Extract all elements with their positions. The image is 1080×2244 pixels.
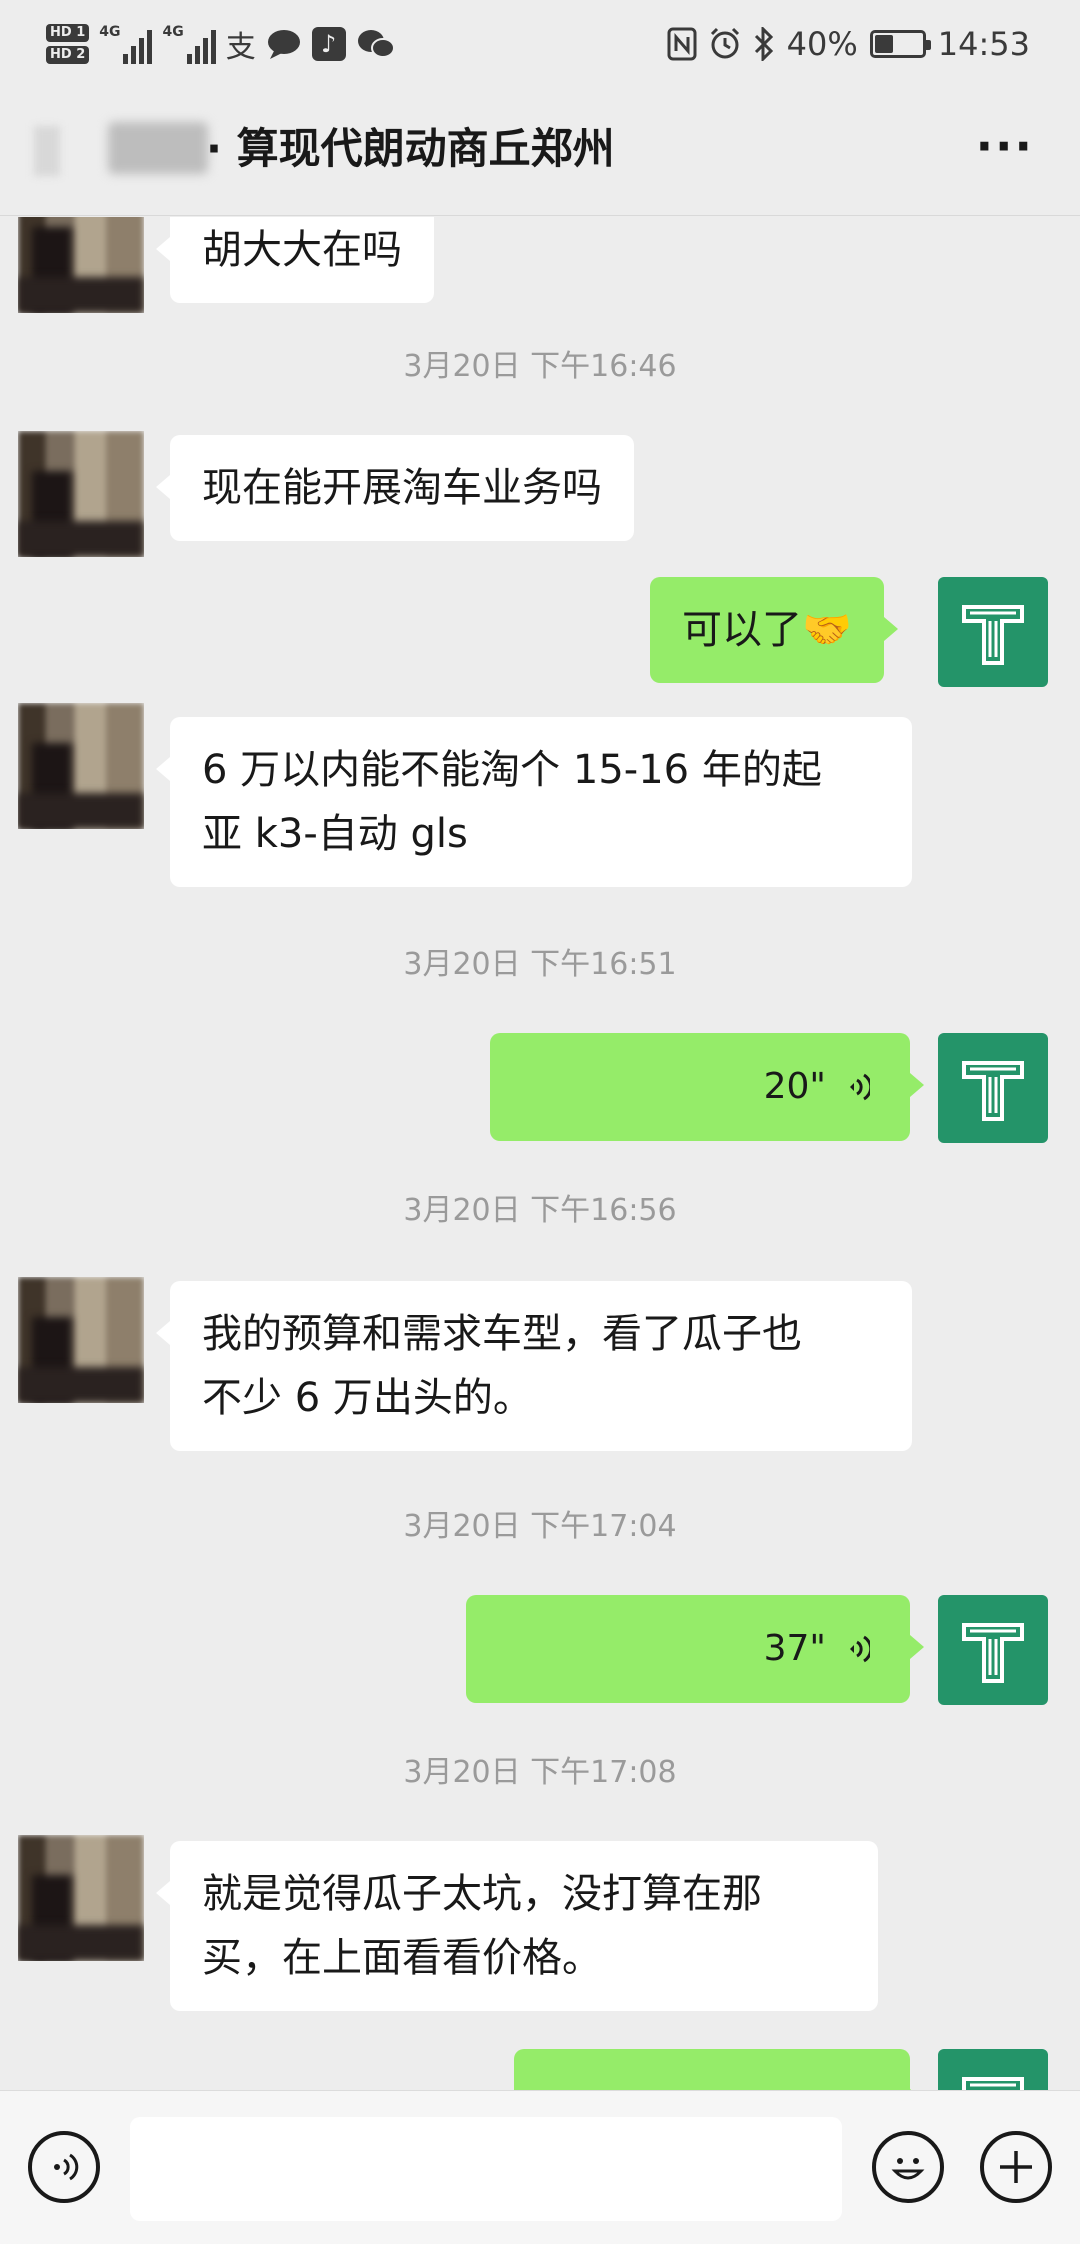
input-bar xyxy=(0,2090,1080,2244)
message-bubble-incoming[interactable]: 现在能开展淘车业务吗 xyxy=(156,435,634,541)
voice-toggle-button[interactable] xyxy=(28,2131,100,2203)
contact-avatar[interactable] xyxy=(18,1277,144,1403)
voice-wave-icon xyxy=(850,1073,870,1101)
network-type-1: 4G xyxy=(99,24,121,40)
message-bubble-outgoing[interactable]: 可以了🤝 xyxy=(650,577,898,683)
sim-indicators: HD 1 HD 2 xyxy=(46,24,90,64)
my-avatar[interactable] xyxy=(938,1595,1048,1705)
status-left: HD 1 HD 2 4G 4G 支 ♪ xyxy=(46,14,396,74)
my-avatar[interactable] xyxy=(938,577,1048,687)
message-text-line: 买，在上面看看价格。 xyxy=(202,1935,602,1981)
alarm-icon xyxy=(710,27,739,59)
battery-percent: 40% xyxy=(786,25,858,63)
message-text-line: 不少 6 万出头的。 xyxy=(202,1375,533,1421)
bluetooth-icon xyxy=(754,27,773,61)
voice-message-bubble[interactable]: 37" xyxy=(466,1595,924,1703)
voice-duration: 37" xyxy=(763,1628,826,1669)
voice-icon xyxy=(54,2153,79,2181)
signal-1: 4G xyxy=(99,24,153,64)
contact-avatar[interactable] xyxy=(18,217,144,313)
signal-bars-1-icon xyxy=(123,30,153,64)
t-logo-icon xyxy=(962,1061,1024,1121)
voice-message-bubble-partial[interactable] xyxy=(514,2049,924,2090)
redacted-name xyxy=(108,122,208,174)
timestamp: 3月20日 下午16:56 xyxy=(403,1193,677,1228)
message-bubble-incoming[interactable]: 胡大大在吗 xyxy=(156,217,434,303)
t-logo-icon xyxy=(962,2077,1024,2090)
my-avatar[interactable] xyxy=(938,1033,1048,1143)
emoji-icon xyxy=(891,2158,925,2180)
back-button-blurred[interactable] xyxy=(34,126,60,176)
signal-2: 4G xyxy=(162,24,216,64)
t-logo-icon xyxy=(962,605,1024,665)
wechat-icon xyxy=(357,30,395,58)
t-logo-icon xyxy=(962,1623,1024,1683)
message-text: 胡大大在吗 xyxy=(202,227,402,273)
contact-avatar[interactable] xyxy=(18,1835,144,1961)
voice-duration: 20" xyxy=(763,1066,826,1107)
clock: 14:53 xyxy=(937,25,1030,63)
network-type-2: 4G xyxy=(162,24,184,40)
voice-wave-icon xyxy=(850,1635,870,1663)
status-right: 40% 14:53 xyxy=(667,14,1030,74)
message-icon xyxy=(267,30,300,59)
message-bubble-incoming[interactable]: 6 万以内能不能淘个 15-16 年的起 亚 k3-自动 gls xyxy=(156,717,912,887)
message-bubble-incoming[interactable]: 我的预算和需求车型，看了瓜子也 不少 6 万出头的。 xyxy=(156,1281,912,1451)
message-list[interactable]: 胡大大在吗 3月20日 下午16:46 现在能开展淘车业务吗 可以了🤝 6 万以… xyxy=(0,217,1080,2090)
timestamp: 3月20日 下午17:08 xyxy=(403,1755,677,1790)
chat-header: · 算现代朗动商丘郑州 ··· xyxy=(0,86,1080,216)
voice-message-bubble[interactable]: 20" xyxy=(490,1033,924,1141)
message-input[interactable] xyxy=(130,2117,842,2221)
plus-icon xyxy=(1000,2151,1032,2183)
contact-avatar[interactable] xyxy=(18,431,144,557)
message-text-line: 6 万以内能不能淘个 15-16 年的起 xyxy=(202,747,822,793)
my-avatar[interactable] xyxy=(938,2049,1048,2090)
sim1-badge: HD 1 xyxy=(46,24,90,42)
signal-bars-2-icon xyxy=(186,30,216,64)
emoji-button[interactable] xyxy=(872,2131,944,2203)
battery-fill xyxy=(874,35,894,53)
tiktok-icon: ♪ xyxy=(311,27,346,61)
contact-avatar[interactable] xyxy=(18,703,144,829)
timestamp: 3月20日 下午16:46 xyxy=(403,349,677,384)
message-bubble-incoming[interactable]: 就是觉得瓜子太坑，没打算在那 买，在上面看看价格。 xyxy=(156,1841,878,2011)
message-text-line: 亚 k3-自动 gls xyxy=(202,811,468,857)
plus-button[interactable] xyxy=(980,2131,1052,2203)
message-text-line: 我的预算和需求车型，看了瓜子也 xyxy=(202,1311,802,1357)
more-options-button[interactable]: ··· xyxy=(976,123,1034,169)
sim2-badge: HD 2 xyxy=(46,46,90,64)
message-text: 现在能开展淘车业务吗 xyxy=(202,465,602,511)
status-bar: HD 1 HD 2 4G 4G 支 ♪ 40% 14:53 xyxy=(0,0,1080,86)
timestamp: 3月20日 下午16:51 xyxy=(403,947,677,982)
nfc-icon xyxy=(667,27,697,61)
battery-icon xyxy=(869,30,931,58)
timestamp: 3月20日 下午17:04 xyxy=(403,1509,677,1544)
message-text-line: 就是觉得瓜子太坑，没打算在那 xyxy=(202,1871,762,1917)
message-text: 可以了🤝 xyxy=(682,607,852,653)
alipay-icon: 支 xyxy=(225,30,256,65)
chat-title: · 算现代朗动商丘郑州 xyxy=(206,124,615,173)
